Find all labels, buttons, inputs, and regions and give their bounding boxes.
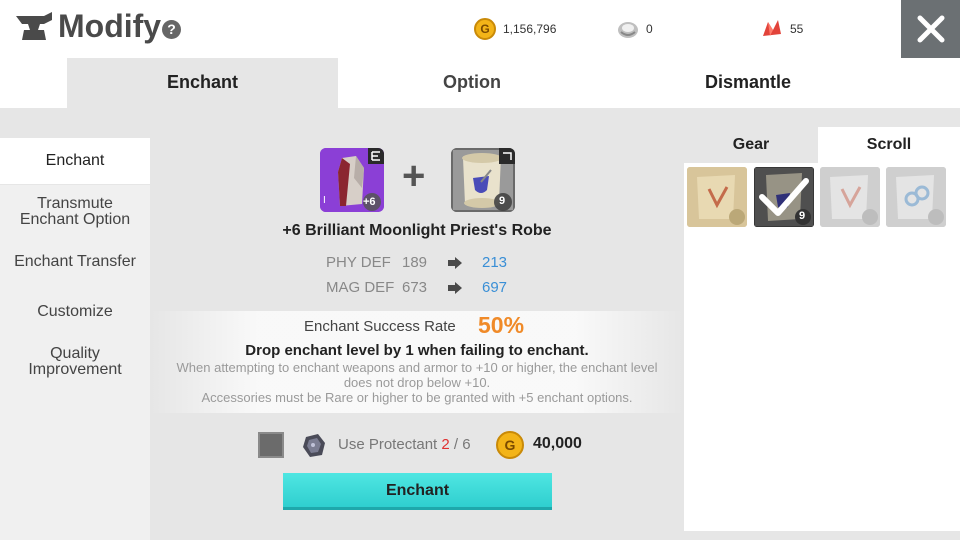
arrow-right-icon: [448, 257, 462, 269]
nav-item-transmute-line1: Transmute: [37, 195, 113, 212]
protectant-text: Use Protectant: [338, 436, 438, 453]
close-button[interactable]: [901, 0, 960, 58]
weapon-scroll-icon: [820, 167, 880, 227]
main-tabs: Enchant Option Dismantle: [0, 58, 960, 108]
item-level-badge: +6: [363, 196, 376, 208]
weapon-scroll-icon: [687, 167, 747, 227]
item-name: +6 Brilliant Moonlight Priest's Robe: [282, 222, 552, 239]
tab-option[interactable]: Option: [338, 58, 606, 108]
header: Modify ? G 1,156,796 0 55: [0, 0, 960, 58]
tab-enchant[interactable]: Enchant: [67, 58, 338, 108]
nav-item-quality-line1: Quality: [50, 345, 100, 362]
protectant-checkbox[interactable]: [258, 432, 284, 458]
note-line-1: When attempting to enchant weapons and a…: [176, 360, 658, 375]
tab-gear[interactable]: Gear: [684, 127, 818, 163]
protectant-have: 2: [441, 436, 450, 453]
phy-def-new: 213: [482, 254, 508, 271]
success-rate-label: Enchant Success Rate: [304, 318, 456, 335]
gold-currency: G 1,156,796: [474, 18, 556, 40]
gold-coin-icon: G: [474, 18, 496, 40]
selected-count-badge: 9: [799, 210, 806, 222]
enchant-cost: 40,000: [533, 435, 582, 452]
silver-ore-icon: [618, 22, 638, 38]
nav-item-quality-improvement[interactable]: Quality Improvement: [0, 346, 150, 378]
gold-amount: 1,156,796: [503, 22, 557, 36]
nav-item-quality-line2: Improvement: [28, 361, 122, 378]
nav-item-customize[interactable]: Customize: [0, 304, 150, 320]
gold-coin-icon: G: [496, 431, 524, 459]
arrow-right-icon: [448, 282, 462, 294]
silver-amount: 0: [646, 22, 653, 36]
scroll-slot[interactable]: 9: [451, 148, 515, 212]
enchant-button[interactable]: Enchant: [283, 473, 552, 510]
tab-scroll[interactable]: Scroll: [818, 127, 960, 163]
accessory-scroll-icon: [886, 167, 946, 227]
silver-currency: 0: [616, 18, 653, 40]
fail-warning: Drop enchant level by 1 when failing to …: [245, 342, 589, 359]
mag-def-new: 697: [482, 279, 508, 296]
nav-item-enchant[interactable]: Enchant: [0, 138, 150, 184]
red-crystal-icon: [763, 20, 781, 36]
tab-dismantle[interactable]: Dismantle: [606, 58, 890, 108]
note-line-3: Accessories must be Rare or higher to be…: [201, 390, 633, 405]
anvil-icon: [16, 12, 52, 40]
scroll-option-1[interactable]: [687, 167, 747, 227]
scroll-option-4[interactable]: [886, 167, 946, 227]
help-icon[interactable]: ?: [162, 20, 181, 39]
left-nav: Enchant Transmute Enchant Option Enchant…: [0, 108, 150, 540]
red-crystal-currency: 55: [760, 18, 803, 40]
item-grade-mark: I: [323, 195, 326, 206]
scroll-option-2-selected[interactable]: 9: [754, 167, 814, 227]
mag-def-old: 673: [402, 279, 428, 296]
mag-def-label: MAG DEF: [326, 279, 395, 296]
nav-item-transmute-line2: Enchant Option: [19, 211, 131, 228]
red-crystal-amount: 55: [790, 22, 804, 36]
success-rate-value: 50%: [478, 312, 525, 338]
note-line-2: does not drop below +10.: [343, 375, 491, 390]
item-slot[interactable]: I +6: [320, 148, 384, 212]
scroll-count-badge: 9: [499, 195, 506, 207]
protectant-label: Use Protectant 2 / 6: [338, 436, 471, 453]
enchant-scroll-icon: [451, 148, 515, 212]
material-panel: Gear Scroll 9: [684, 127, 960, 531]
page-title: Modify: [58, 8, 162, 44]
phy-def-old: 189: [402, 254, 428, 271]
scroll-option-3[interactable]: [820, 167, 880, 227]
nav-item-enchant-transfer[interactable]: Enchant Transfer: [0, 254, 150, 270]
protectant-need: / 6: [453, 436, 471, 453]
plus-icon: +: [402, 154, 426, 198]
phy-def-label: PHY DEF: [326, 254, 391, 271]
enchant-panel: I +6 + 9 +6 Brilliant Moonlight Priest's…: [150, 108, 684, 540]
protectant-icon: [303, 434, 325, 457]
close-icon: [917, 15, 944, 43]
nav-item-transmute[interactable]: Transmute Enchant Option: [0, 196, 150, 228]
